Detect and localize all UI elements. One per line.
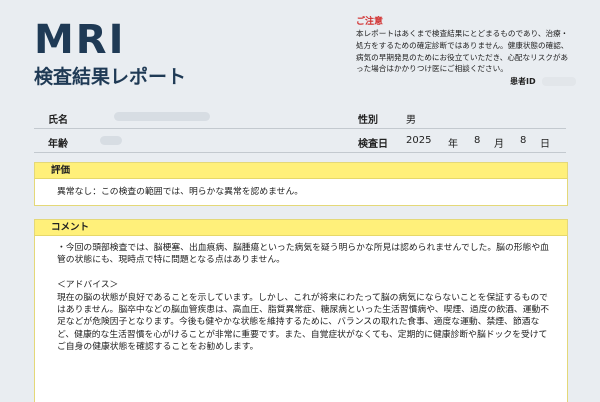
patient-id-label: 患者ID (510, 77, 536, 86)
evaluation-section: 評価 異常なし：この検査の範囲では、明らかな異常を認めません。 (34, 162, 568, 206)
evaluation-heading: 評価 (35, 163, 567, 179)
exam-month: 8 (474, 135, 481, 146)
report-title: MRI (34, 17, 126, 63)
exam-year: 2025 (406, 135, 432, 146)
notice-body: 本レポートはあくまで検査結果にとどまるものであり、治療・処方をするための確定診断… (356, 29, 569, 74)
age-redacted (100, 136, 122, 145)
patient-id-redacted (542, 77, 577, 86)
exam-year-unit: 年 (448, 139, 458, 150)
patient-id: 患者ID (510, 76, 577, 87)
comment-heading: コメント (35, 220, 567, 236)
name-label: 氏名 (48, 115, 68, 126)
info-row-age: 年齢 検査日 2025 年 8 月 8 日 (34, 128, 566, 153)
exam-date-label: 検査日 (358, 139, 388, 150)
info-row-name: 氏名 性別 男 (34, 104, 566, 129)
evaluation-text: 異常なし：この検査の範囲では、明らかな異常を認めません。 (57, 187, 304, 197)
exam-month-unit: 月 (494, 139, 504, 150)
sex-value: 男 (406, 115, 416, 126)
name-redacted (114, 112, 210, 121)
report-subtitle: 検査結果レポート (34, 66, 187, 88)
notice-title: ご注意 (356, 17, 384, 27)
age-label: 年齢 (48, 139, 68, 150)
comment-section: コメント ・今回の頭部検査では、脳梗塞、出血痕病、脳腫瘍といった病気を疑う明らか… (34, 219, 568, 402)
exam-day-unit: 日 (540, 139, 550, 150)
exam-day: 8 (520, 135, 527, 146)
sex-label: 性別 (358, 115, 378, 126)
comment-text: ・今回の頭部検査では、脳梗塞、出血痕病、脳腫瘍といった病気を疑う明らかな所見は認… (57, 243, 550, 353)
